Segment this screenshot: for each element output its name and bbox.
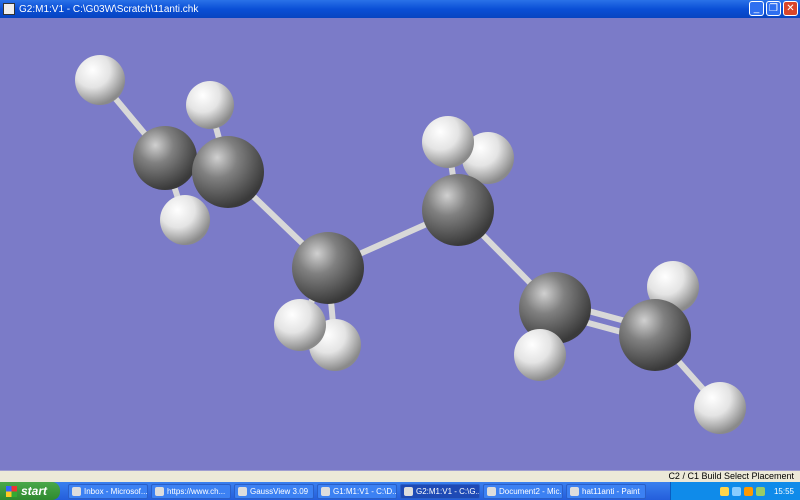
taskbar-item[interactable]: Inbox - Microsof... (68, 483, 148, 499)
outlook-icon (72, 486, 81, 496)
carbon-atom[interactable] (292, 232, 364, 304)
word-icon (487, 486, 496, 496)
hydrogen-atom[interactable] (75, 55, 125, 105)
hydrogen-atom[interactable] (186, 81, 234, 129)
hydrogen-atom[interactable] (422, 116, 474, 168)
title-bar: G2:M1:V1 - C:\G03W\Scratch\11anti.chk _ … (0, 0, 800, 18)
taskbar-item[interactable]: hat11anti - Paint (566, 483, 646, 499)
taskbar-item[interactable]: G1:M1:V1 - C:\D... (317, 483, 397, 499)
system-tray: 15:55 (670, 482, 800, 500)
taskbar: start Inbox - Microsof... https://www.ch.… (0, 482, 800, 500)
clock: 15:55 (773, 486, 794, 496)
tray-icon[interactable] (755, 486, 765, 496)
taskbar-item[interactable]: Document2 - Mic... (483, 483, 563, 499)
tray-icon[interactable] (719, 486, 729, 496)
ie-icon (155, 486, 164, 496)
window-title: G2:M1:V1 - C:\G03W\Scratch\11anti.chk (19, 3, 199, 15)
restore-button[interactable]: ❐ (766, 1, 781, 16)
gaussview-icon (238, 486, 247, 496)
molecule-view[interactable] (0, 18, 800, 470)
start-button[interactable]: start (0, 482, 60, 500)
carbon-atom[interactable] (619, 299, 691, 371)
close-button[interactable]: ✕ (783, 1, 798, 16)
hydrogen-atom[interactable] (274, 299, 326, 351)
gaussview-window-icon (321, 486, 330, 496)
gaussview-window-icon (404, 486, 413, 496)
tray-icon[interactable] (731, 486, 741, 496)
tray-icon[interactable] (743, 486, 753, 496)
paint-icon (570, 486, 579, 496)
carbon-atom[interactable] (192, 136, 264, 208)
windows-flag-icon (6, 485, 17, 497)
carbon-atom[interactable] (422, 174, 494, 246)
hydrogen-atom[interactable] (160, 195, 210, 245)
taskbar-item[interactable]: G2:M1:V1 - C:\G... (400, 483, 480, 499)
hydrogen-atom[interactable] (694, 382, 746, 434)
hydrogen-atom[interactable] (514, 329, 566, 381)
molecule-viewport[interactable] (0, 18, 800, 470)
status-bar: C2 / C1 Build Select Placement (0, 470, 800, 482)
minimize-button[interactable]: _ (749, 1, 764, 16)
carbon-atom[interactable] (133, 126, 197, 190)
taskbar-item[interactable]: GaussView 3.09 (234, 483, 314, 499)
app-icon[interactable] (3, 3, 15, 15)
taskbar-item[interactable]: https://www.ch... (151, 483, 231, 499)
